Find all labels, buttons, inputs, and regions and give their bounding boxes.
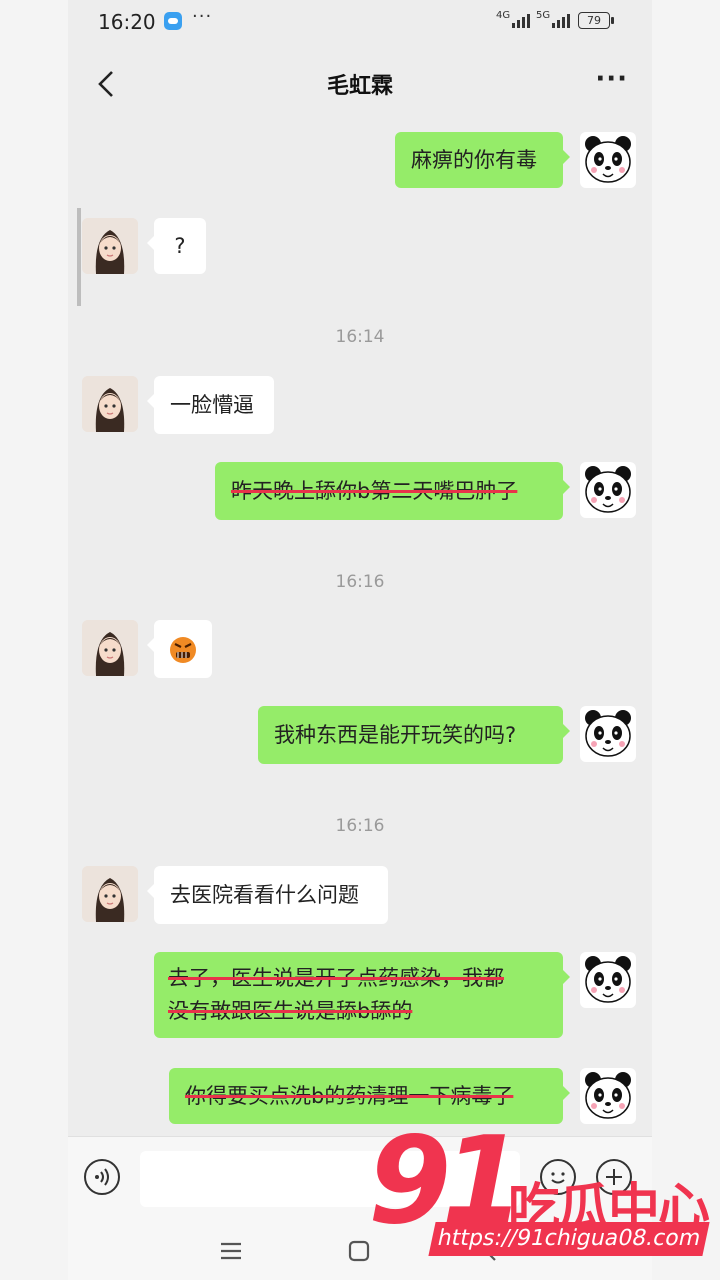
voice-input-icon[interactable] (84, 1159, 120, 1195)
message-text: 我种东西是能开玩笑的吗? (274, 723, 517, 747)
panda-avatar-icon[interactable] (580, 462, 636, 518)
message-text-line: 没有敢跟医生说是舔b舔的 (168, 999, 413, 1023)
signal-bars-icon (512, 14, 530, 28)
message-bubble-incoming[interactable]: 去医院看看什么问题 (147, 866, 388, 924)
girl-avatar-icon[interactable] (82, 866, 138, 922)
chat-header: 毛虹霖 ··· (68, 44, 652, 120)
sound-wave-icon (95, 1168, 109, 1186)
message-text: 麻痹的你有毒 (411, 148, 537, 172)
message-text: 你得要买点洗b的药清理一下病毒了 (185, 1084, 514, 1108)
phone-screen: 16:20 ··· 4G 5G 79 毛虹霖 ··· 麻痹的你有毒 ? 16:1… (68, 0, 652, 1280)
selection-marker (77, 208, 81, 306)
message-bubble-outgoing[interactable]: 我种东西是能开玩笑的吗? (258, 706, 570, 764)
girl-avatar-icon[interactable] (82, 376, 138, 432)
message-notification-icon (164, 12, 182, 30)
watermark: 91 吃瓜中心 https://91chigua08.com (368, 1112, 720, 1276)
panda-avatar-icon[interactable] (580, 706, 636, 762)
status-bar: 16:20 ··· 4G 5G 79 (68, 0, 652, 44)
message-bubble-outgoing[interactable]: 去了，医生说是开了点药感染，我都 没有敢跟医生说是舔b舔的 (154, 952, 570, 1038)
more-notifications-icon: ··· (192, 6, 213, 27)
message-text: 去医院看看什么问题 (170, 883, 359, 907)
panda-avatar-icon[interactable] (580, 1068, 636, 1124)
watermark-url: https://91chigua08.com (428, 1222, 710, 1256)
angry-face-sticker-icon (170, 637, 196, 663)
timestamp: 16:16 (335, 572, 385, 592)
girl-avatar-icon[interactable] (82, 620, 138, 676)
panda-avatar-icon[interactable] (580, 952, 636, 1008)
message-text: 一脸懵逼 (170, 393, 254, 417)
timestamp: 16:16 (335, 816, 385, 836)
status-time: 16:20 (98, 10, 156, 34)
girl-avatar-icon[interactable] (82, 218, 138, 274)
message-bubble-outgoing[interactable]: 麻痹的你有毒 (395, 132, 570, 188)
message-text: ? (174, 234, 186, 258)
message-bubble-incoming[interactable]: 一脸懵逼 (147, 376, 274, 434)
signal-bars-icon (552, 14, 570, 28)
battery-icon: 79 (578, 12, 614, 29)
message-bubble-incoming[interactable] (147, 620, 212, 678)
message-text: 昨天晚上舔你b第二天嘴巴肿了 (231, 479, 518, 503)
message-text-line: 去了，医生说是开了点药感染，我都 (168, 966, 504, 990)
menu-icon[interactable] (218, 1238, 244, 1264)
panda-avatar-icon[interactable] (580, 132, 636, 188)
timestamp: 16:14 (335, 327, 385, 347)
network-4g-label: 4G (496, 10, 511, 21)
more-options-icon[interactable]: ··· (595, 64, 628, 94)
chat-title: 毛虹霖 (326, 74, 393, 99)
message-bubble-incoming[interactable]: ? (147, 218, 206, 274)
message-bubble-outgoing[interactable]: 昨天晚上舔你b第二天嘴巴肿了 (215, 462, 570, 520)
network-5g-label: 5G (536, 10, 551, 21)
